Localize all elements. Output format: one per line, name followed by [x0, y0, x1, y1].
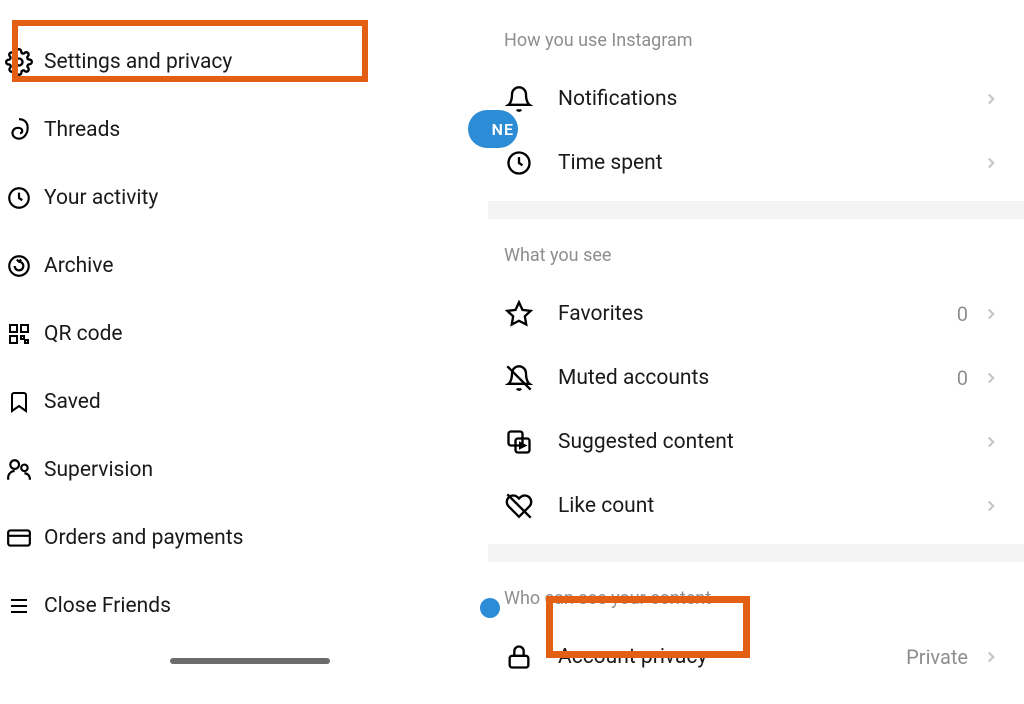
chevron-right-icon	[982, 433, 1000, 451]
bell-off-icon	[504, 363, 534, 393]
activity-icon	[4, 183, 34, 213]
blue-dot	[480, 598, 500, 618]
row-label: Notifications	[558, 87, 982, 111]
left-menu-panel: Settings and privacy Threads Your activi…	[0, 0, 488, 704]
list-icon	[4, 591, 34, 621]
section-header-usage: How you use Instagram	[488, 24, 1024, 67]
card-icon	[4, 523, 34, 553]
menu-item-threads[interactable]: Threads	[0, 96, 488, 164]
bell-icon	[504, 84, 534, 114]
row-favorites[interactable]: Favorites 0	[488, 282, 1024, 346]
row-notifications[interactable]: Notifications	[488, 67, 1024, 131]
supervision-icon	[4, 455, 34, 485]
menu-label: Archive	[44, 254, 113, 278]
section-divider	[488, 201, 1024, 219]
row-label: Account privacy	[558, 645, 906, 669]
row-label: Muted accounts	[558, 366, 957, 390]
menu-item-settings-privacy[interactable]: Settings and privacy	[0, 28, 488, 96]
menu-label: Saved	[44, 390, 101, 414]
row-label: Suggested content	[558, 430, 982, 454]
row-value: 0	[957, 302, 968, 326]
chevron-right-icon	[982, 154, 1000, 172]
menu-item-supervision[interactable]: Supervision	[0, 436, 488, 504]
media-icon	[504, 427, 534, 457]
menu-item-saved[interactable]: Saved	[0, 368, 488, 436]
qr-icon	[4, 319, 34, 349]
menu-item-qr-code[interactable]: QR code	[0, 300, 488, 368]
menu-item-orders-payments[interactable]: Orders and payments	[0, 504, 488, 572]
row-value: 0	[957, 366, 968, 390]
row-muted-accounts[interactable]: Muted accounts 0	[488, 346, 1024, 410]
bottom-handle	[170, 658, 330, 664]
row-label: Favorites	[558, 302, 957, 326]
row-account-privacy[interactable]: Account privacy Private	[488, 625, 1024, 689]
row-label: Like count	[558, 494, 982, 518]
new-badge: NE	[468, 110, 518, 148]
archive-icon	[4, 251, 34, 281]
chevron-right-icon	[982, 369, 1000, 387]
chevron-right-icon	[982, 497, 1000, 515]
section-divider	[488, 544, 1024, 562]
threads-icon	[4, 115, 34, 145]
chevron-right-icon	[982, 90, 1000, 108]
row-value: Private	[906, 645, 968, 669]
menu-label: Settings and privacy	[44, 50, 232, 74]
menu-label: Orders and payments	[44, 526, 243, 550]
menu-item-your-activity[interactable]: Your activity	[0, 164, 488, 232]
chevron-right-icon	[982, 305, 1000, 323]
gear-icon	[4, 47, 34, 77]
menu-item-close-friends[interactable]: Close Friends	[0, 572, 488, 640]
row-label: Time spent	[558, 151, 982, 175]
section-header-see: What you see	[488, 239, 1024, 282]
menu-label: QR code	[44, 322, 123, 346]
chevron-right-icon	[982, 648, 1000, 666]
row-suggested-content[interactable]: Suggested content	[488, 410, 1024, 474]
section-header-content: Who can see your content	[488, 582, 1024, 625]
menu-label: Your activity	[44, 186, 158, 210]
menu-label: Threads	[44, 118, 120, 142]
menu-item-archive[interactable]: Archive	[0, 232, 488, 300]
right-settings-panel: How you use Instagram Notifications Time…	[488, 0, 1024, 704]
menu-label: Close Friends	[44, 594, 171, 618]
menu-label: Supervision	[44, 458, 153, 482]
row-like-count[interactable]: Like count	[488, 474, 1024, 538]
clock-icon	[504, 148, 534, 178]
lock-icon	[504, 642, 534, 672]
star-icon	[504, 299, 534, 329]
bookmark-icon	[4, 387, 34, 417]
row-time-spent[interactable]: Time spent	[488, 131, 1024, 195]
heart-off-icon	[504, 491, 534, 521]
